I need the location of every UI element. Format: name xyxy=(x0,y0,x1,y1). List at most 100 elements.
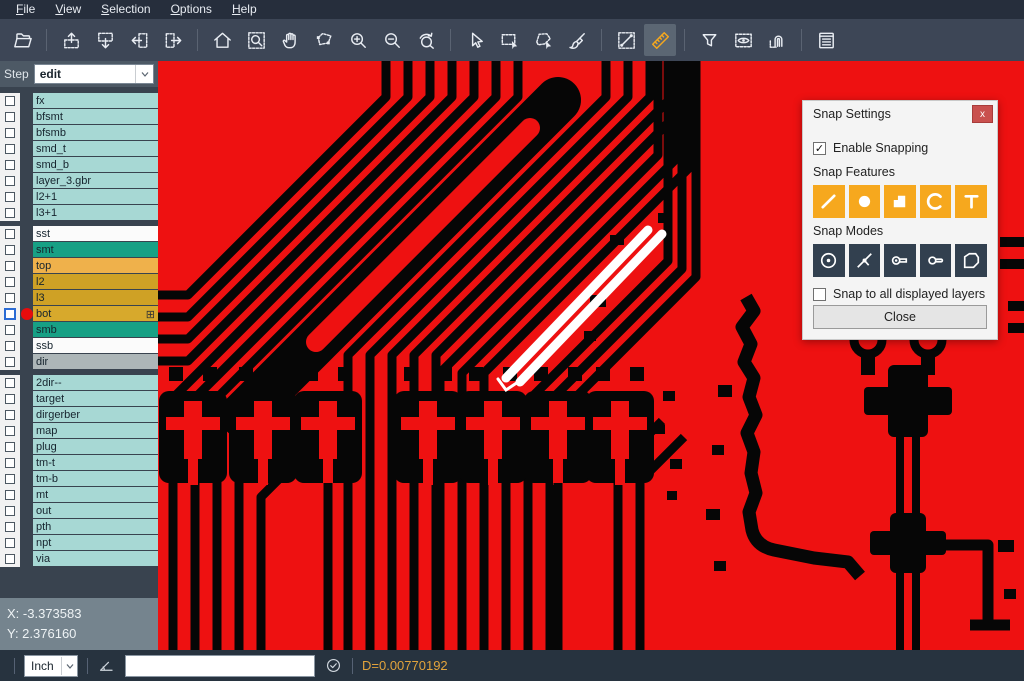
layer-visibility-cell[interactable] xyxy=(0,226,20,242)
layer-checkbox-fx[interactable] xyxy=(5,96,15,106)
layer-checkbox-map[interactable] xyxy=(5,426,15,436)
snap-surface-button[interactable] xyxy=(884,185,916,218)
layer-visibility-cell[interactable] xyxy=(0,157,20,173)
layer-row-bfsmt[interactable]: bfsmt xyxy=(0,109,158,125)
home-view-button[interactable] xyxy=(206,24,238,56)
layer-label-layer_3.gbr[interactable]: layer_3.gbr xyxy=(33,173,158,188)
layer-row-ssb[interactable]: ssb xyxy=(0,338,158,354)
layer-visibility-cell[interactable] xyxy=(0,519,20,535)
layer-label-fx[interactable]: fx xyxy=(33,93,158,108)
layer-checkbox-smb[interactable] xyxy=(5,325,15,335)
pcb-canvas[interactable]: Snap Settings x ✓ Enable Snapping Snap F… xyxy=(158,61,1024,650)
layer-row-target[interactable]: target xyxy=(0,391,158,407)
layer-row-l2+1[interactable]: l2+1 xyxy=(0,189,158,205)
layer-visibility-cell[interactable] xyxy=(0,423,20,439)
pan-right-button[interactable] xyxy=(157,24,189,56)
layer-checkbox-sst[interactable] xyxy=(5,229,15,239)
layer-visibility-cell[interactable] xyxy=(0,306,20,322)
layer-label-mt[interactable]: mt xyxy=(33,487,158,502)
layer-checkbox-bfsmb[interactable] xyxy=(5,128,15,138)
layer-row-layer_3.gbr[interactable]: layer_3.gbr xyxy=(0,173,158,189)
layer-label-l3+1[interactable]: l3+1 xyxy=(33,205,158,220)
layer-label-bot[interactable]: bot⊞ xyxy=(33,306,158,321)
layer-checkbox-pth[interactable] xyxy=(5,522,15,532)
layer-row-smd_t[interactable]: smd_t xyxy=(0,141,158,157)
mode-pad-slot-hole-button[interactable] xyxy=(884,244,916,277)
snap-all-layers-row[interactable]: Snap to all displayed layers xyxy=(813,287,987,301)
layer-visibility-cell[interactable] xyxy=(0,338,20,354)
layer-label-smd_t[interactable]: smd_t xyxy=(33,141,158,156)
menu-selection[interactable]: Selection xyxy=(91,0,160,19)
layer-row-smd_b[interactable]: smd_b xyxy=(0,157,158,173)
layer-visibility-cell[interactable] xyxy=(0,407,20,423)
zoom-reset-button[interactable] xyxy=(410,24,442,56)
layer-row-top[interactable]: top xyxy=(0,258,158,274)
layer-checkbox-top[interactable] xyxy=(5,261,15,271)
menu-view[interactable]: View xyxy=(45,0,91,19)
snap-all-layers-checkbox[interactable] xyxy=(813,288,826,301)
layer-visibility-cell[interactable] xyxy=(0,322,20,338)
layer-checkbox-2dir--[interactable] xyxy=(5,378,15,388)
layer-label-plug[interactable]: plug xyxy=(33,439,158,454)
layer-visibility-cell[interactable] xyxy=(0,125,20,141)
layer-checkbox-target[interactable] xyxy=(5,394,15,404)
layer-visibility-cell[interactable] xyxy=(0,503,20,519)
measure-line-button[interactable] xyxy=(610,24,642,56)
enable-snapping-row[interactable]: ✓ Enable Snapping xyxy=(813,141,987,155)
layer-visibility-cell[interactable] xyxy=(0,290,20,306)
mode-center-button[interactable] xyxy=(813,244,845,277)
layer-row-pth[interactable]: pth xyxy=(0,519,158,535)
layer-checkbox-l3+1[interactable] xyxy=(5,208,15,218)
measure-ruler-button[interactable] xyxy=(644,24,676,56)
snap-pad-button[interactable] xyxy=(849,185,881,218)
layer-row-via[interactable]: via xyxy=(0,551,158,567)
layer-label-smb[interactable]: smb xyxy=(33,322,158,337)
layer-label-dirgerber[interactable]: dirgerber xyxy=(33,407,158,422)
layer-label-via[interactable]: via xyxy=(33,551,158,566)
layer-row-l3[interactable]: l3 xyxy=(0,290,158,306)
layer-label-l2[interactable]: l2 xyxy=(33,274,158,289)
report-form-button[interactable] xyxy=(810,24,842,56)
layer-row-plug[interactable]: plug xyxy=(0,439,158,455)
angle-measure-icon[interactable] xyxy=(97,656,116,675)
layer-checkbox-smd_b[interactable] xyxy=(5,160,15,170)
layer-visibility-cell[interactable] xyxy=(0,455,20,471)
layer-visibility-cell[interactable] xyxy=(0,141,20,157)
layer-checkbox-dir[interactable] xyxy=(5,357,15,367)
pan-hand-button[interactable] xyxy=(274,24,306,56)
layer-label-pth[interactable]: pth xyxy=(33,519,158,534)
step-select[interactable]: edit xyxy=(34,64,154,84)
check-circle-icon[interactable] xyxy=(324,656,343,675)
layer-row-fx[interactable]: fx xyxy=(0,93,158,109)
mode-contour-button[interactable] xyxy=(955,244,987,277)
layer-row-l3+1[interactable]: l3+1 xyxy=(0,205,158,221)
layer-checkbox-out[interactable] xyxy=(5,506,15,516)
grid-icon[interactable]: ⊞ xyxy=(146,308,155,321)
layer-visibility-cell[interactable] xyxy=(0,487,20,503)
layer-label-smt[interactable]: smt xyxy=(33,242,158,257)
layer-row-out[interactable]: out xyxy=(0,503,158,519)
close-icon[interactable]: x xyxy=(972,105,993,123)
layer-visibility-cell[interactable] xyxy=(0,173,20,189)
layer-label-2dir--[interactable]: 2dir-- xyxy=(33,375,158,390)
layer-label-top[interactable]: top xyxy=(33,258,158,273)
layer-row-bfsmb[interactable]: bfsmb xyxy=(0,125,158,141)
layer-row-bot[interactable]: bot⊞ xyxy=(0,306,158,322)
zoom-polygon-button[interactable] xyxy=(308,24,340,56)
layer-label-l3[interactable]: l3 xyxy=(33,290,158,305)
select-rect-button[interactable] xyxy=(493,24,525,56)
menu-options[interactable]: Options xyxy=(161,0,222,19)
layer-checkbox-plug[interactable] xyxy=(5,442,15,452)
layer-checkbox-layer_3.gbr[interactable] xyxy=(5,176,15,186)
snap-dialog-close-button[interactable]: Close xyxy=(813,305,987,329)
zoom-in-button[interactable] xyxy=(342,24,374,56)
layer-visibility-cell[interactable] xyxy=(0,391,20,407)
layer-visibility-cell[interactable] xyxy=(0,93,20,109)
layer-label-smd_b[interactable]: smd_b xyxy=(33,157,158,172)
layer-visibility-cell[interactable] xyxy=(0,375,20,391)
layer-label-sst[interactable]: sst xyxy=(33,226,158,241)
layer-visibility-cell[interactable] xyxy=(0,439,20,455)
layer-checkbox-tm-t[interactable] xyxy=(5,458,15,468)
layer-row-sst[interactable]: sst xyxy=(0,226,158,242)
layer-checkbox-ssb[interactable] xyxy=(5,341,15,351)
